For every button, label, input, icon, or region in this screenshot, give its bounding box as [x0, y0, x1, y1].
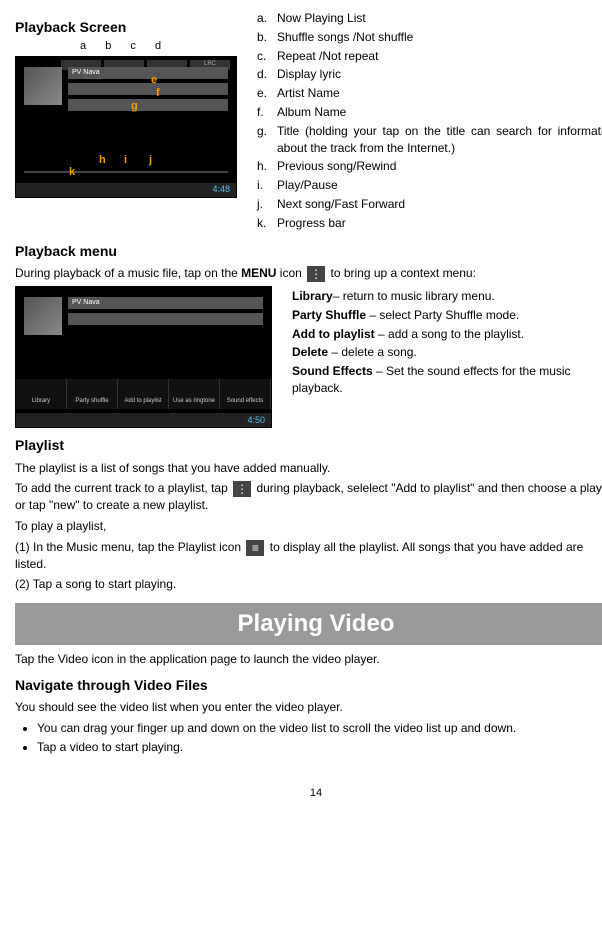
- label-j: j: [149, 153, 152, 168]
- legend-txt: Title (holding your tap on the title can…: [277, 123, 602, 157]
- playlist-title: Playlist: [15, 436, 602, 456]
- video-nav-intro: You should see the video list when you e…: [15, 699, 602, 716]
- menu-screenshot: PV Nava Library Party shuffle Add to pla…: [15, 286, 272, 428]
- label-row-top: a b c d: [15, 42, 237, 56]
- album-line: [68, 313, 263, 325]
- playlist-step1: (1) In the Music menu, tap the Playlist …: [15, 539, 602, 573]
- legend-lt: e.: [257, 85, 277, 102]
- progress-bar: [24, 171, 228, 173]
- menu-item: Party shuffle: [67, 379, 118, 409]
- legend-txt: Display lyric: [277, 66, 341, 83]
- legend-txt: Album Name: [277, 104, 346, 121]
- legend-lt: a.: [257, 10, 277, 27]
- video-banner: Playing Video: [15, 603, 602, 645]
- menu-icon: ⋮: [233, 481, 251, 497]
- video-bullet: You can drag your finger up and down on …: [37, 720, 602, 737]
- legend-lt: h.: [257, 158, 277, 175]
- label-f: f: [156, 86, 160, 101]
- legend-txt: Repeat /Not repeat: [277, 48, 378, 65]
- track-info: PV Nava: [68, 67, 228, 115]
- status-bar: 4:50: [16, 413, 271, 427]
- label-k: k: [69, 165, 75, 180]
- legend-lt: d.: [257, 66, 277, 83]
- video-nav-title: Navigate through Video Files: [15, 676, 602, 696]
- menu-item: Sound effects: [220, 379, 271, 409]
- status-bar: 4:48: [16, 183, 236, 197]
- video-bullet: Tap a video to start playing.: [37, 739, 602, 756]
- playlist-step2: (2) Tap a song to start playing.: [15, 576, 602, 593]
- menu-row: Library Party shuffle Add to playlist Us…: [16, 379, 271, 409]
- menu-icon: ⋮: [307, 266, 325, 282]
- track-info: PV Nava: [68, 297, 263, 329]
- label-h: h: [99, 153, 106, 168]
- menu-definitions: Library– return to music library menu. P…: [292, 286, 602, 399]
- legend-lt: k.: [257, 215, 277, 232]
- legend-txt: Now Playing List: [277, 10, 366, 27]
- album-line: [68, 83, 228, 95]
- playback-legend-list: a.Now Playing List b.Shuffle songs /Not …: [257, 10, 602, 234]
- legend-lt: b.: [257, 29, 277, 46]
- label-d: d: [155, 40, 161, 52]
- legend-lt: i.: [257, 177, 277, 194]
- label-a: a: [80, 40, 86, 52]
- video-bullets: You can drag your finger up and down on …: [15, 720, 602, 756]
- playback-screenshot: LRC PV Nava e f g h i j k 4:48: [15, 56, 237, 198]
- label-i: i: [124, 153, 127, 168]
- legend-txt: Play/Pause: [277, 177, 338, 194]
- menu-item: Add to playlist: [118, 379, 169, 409]
- playback-screen-title: Playback Screen: [15, 18, 237, 38]
- playlist-p3: To play a playlist,: [15, 518, 602, 535]
- page-number: 14: [15, 786, 602, 801]
- playlist-p2: To add the current track to a playlist, …: [15, 480, 602, 514]
- legend-lt: f.: [257, 104, 277, 121]
- album-art: [24, 297, 62, 335]
- playlist-icon: ≡: [246, 540, 264, 556]
- menu-item: Library: [16, 379, 67, 409]
- legend-txt: Artist Name: [277, 85, 340, 102]
- legend-txt: Shuffle songs /Not shuffle: [277, 29, 413, 46]
- legend-txt: Progress bar: [277, 215, 346, 232]
- playback-menu-intro: During playback of a music file, tap on …: [15, 265, 602, 282]
- label-g: g: [131, 99, 138, 114]
- legend-lt: c.: [257, 48, 277, 65]
- playback-menu-title: Playback menu: [15, 242, 602, 262]
- legend-lt: g.: [257, 123, 277, 157]
- artist-line: PV Nava: [68, 297, 263, 309]
- label-b: b: [105, 40, 111, 52]
- playlist-p1: The playlist is a list of songs that you…: [15, 460, 602, 477]
- menu-item: Use as ringtone: [169, 379, 220, 409]
- title-line: [68, 99, 228, 111]
- album-art: [24, 67, 62, 105]
- legend-lt: j.: [257, 196, 277, 213]
- video-intro: Tap the Video icon in the application pa…: [15, 651, 602, 668]
- legend-txt: Next song/Fast Forward: [277, 196, 405, 213]
- label-c: c: [130, 40, 136, 52]
- artist-line: PV Nava: [68, 67, 228, 79]
- legend-txt: Previous song/Rewind: [277, 158, 396, 175]
